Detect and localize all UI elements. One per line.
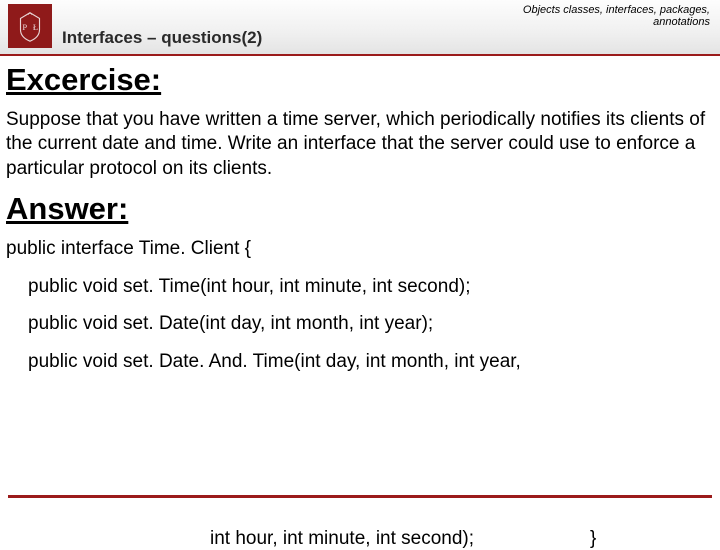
slide-body: Excercise: Suppose that you have written… [0, 56, 720, 374]
code-line: public void set. Date. And. Time(int day… [6, 350, 710, 374]
code-close-brace: } [590, 528, 596, 550]
slide: P Ł Objects classes, interfaces, package… [0, 0, 720, 540]
chapter-line2: annotations [653, 16, 710, 28]
slide-header: P Ł Objects classes, interfaces, package… [0, 0, 720, 56]
answer-heading: Answer: [6, 191, 710, 227]
university-logo: P Ł [8, 4, 52, 48]
exercise-heading: Excercise: [6, 62, 710, 98]
code-line: public void set. Date(int day, int month… [6, 312, 710, 336]
code-block: public interface Time. Client { public v… [6, 237, 710, 374]
exercise-text: Suppose that you have written a time ser… [6, 108, 710, 181]
code-line: public void set. Time(int hour, int minu… [6, 275, 710, 299]
crest-icon: P Ł [11, 7, 49, 45]
svg-text:P: P [22, 22, 27, 32]
footer-rule [8, 495, 712, 498]
code-line: public interface Time. Client { [6, 237, 710, 261]
code-line: int hour, int minute, int second); [210, 528, 474, 550]
svg-text:Ł: Ł [33, 22, 38, 32]
chapter-label: Objects classes, interfaces, packages, a… [523, 4, 710, 28]
slide-subtitle: Interfaces – questions(2) [62, 28, 262, 48]
chapter-line1: Objects classes, interfaces, packages, [523, 4, 710, 16]
